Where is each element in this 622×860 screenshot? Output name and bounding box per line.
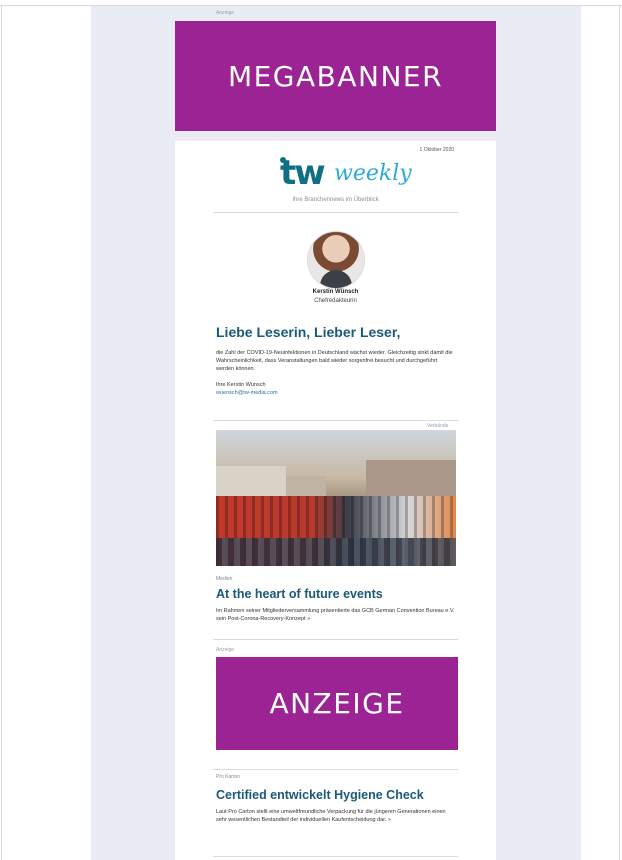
tw-weekly-logo[interactable]: tw weekly [280, 153, 412, 197]
intro-signoff: Ihre Kerstin Wünsch [216, 382, 266, 388]
divider [213, 639, 458, 640]
anzeige-label: ANZEIGE [269, 687, 405, 720]
article2-teaser[interactable]: Laut Pro Carton stellt eine umweltfreund… [216, 808, 456, 824]
logo-weekly-text: weekly [334, 161, 412, 186]
window-right-border [619, 5, 620, 860]
article2-kicker: Pro Karton [216, 774, 240, 780]
divider [213, 420, 458, 421]
intro-email-link[interactable]: wuensch@tw-media.com [216, 389, 456, 397]
article2-headline[interactable]: Certified entwickelt Hygiene Check [216, 788, 424, 802]
megabanner-label: MEGABANNER [227, 59, 444, 93]
chairs-foreground [216, 538, 456, 566]
avatar-body-shape [320, 270, 352, 288]
ad-label: Anzeige [216, 647, 235, 653]
anzeige-ad[interactable]: ANZEIGE [216, 657, 458, 750]
divider [213, 212, 458, 213]
logo-tw-text: tw [280, 153, 326, 193]
article-photo-chairs[interactable] [216, 430, 456, 566]
newsletter: 1 Oktober 2020 tw weekly Ihre Branchenne… [175, 141, 496, 860]
intro-text: die Zahl der COVID-19-Neuinfektionen in … [216, 350, 453, 372]
newsletter-date: 1 Oktober 2020 [419, 147, 454, 153]
photo-section-label: Verbände [427, 423, 449, 429]
divider [213, 769, 458, 770]
megabanner-ad[interactable]: MEGABANNER [175, 21, 496, 131]
divider [213, 856, 458, 857]
author-avatar [307, 231, 365, 289]
article1-kicker: Medien [216, 576, 233, 582]
newsletter-tagline: Ihre Branchennews im Überblick [292, 197, 379, 203]
author-role: Chefredakteurin [314, 298, 357, 304]
top-ad-label: Anzeige [216, 10, 235, 16]
intro-salutation: Liebe Leserin, Lieber Leser, [216, 324, 401, 340]
article1-teaser[interactable]: Im Rahmen seiner Mitgliederversammlung p… [216, 607, 456, 623]
window-left-border [1, 5, 2, 860]
author-name: Kerstin Wünsch [312, 289, 359, 295]
article1-headline[interactable]: At the heart of future events [216, 587, 383, 601]
